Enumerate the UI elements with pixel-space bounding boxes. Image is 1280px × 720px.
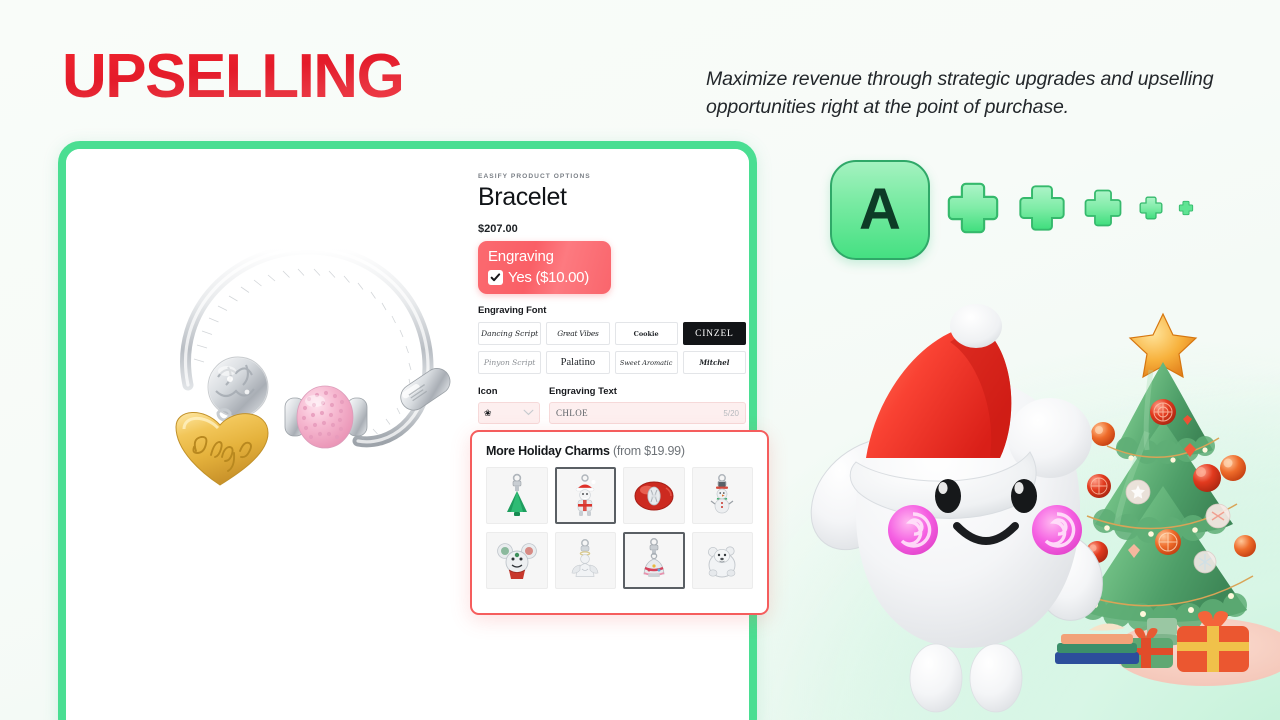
engraving-option-highlight[interactable]: Engraving Yes ($10.00) [478, 240, 611, 294]
charm-grid [486, 467, 753, 589]
plus-icon-1 [944, 179, 1002, 242]
chevron-down-icon [523, 409, 534, 418]
app-eyebrow-label: EASIFY PRODUCT OPTIONS [478, 173, 591, 180]
charm-option-green-tree-drop[interactable] [486, 467, 548, 524]
engraving-text-value: CHLOE [556, 408, 588, 418]
font-option-pinyon-script[interactable]: Pinyon Script [478, 351, 542, 374]
page-title: UPSELLING [62, 42, 405, 111]
checkbox-checked-icon[interactable] [488, 270, 503, 285]
icon-and-text-row: Icon ❀ Engraving Text CHLOE 5/20 [478, 386, 746, 424]
plus-icon-row: A [830, 160, 1194, 260]
flower-icon: ❀ [484, 407, 492, 418]
engraving-option-label: Engraving [488, 247, 554, 265]
charm-option-polar-bear[interactable] [691, 532, 753, 589]
upsell-title: More Holiday Charms (from $19.99) [486, 444, 685, 458]
charm-option-santa-claus[interactable] [554, 467, 616, 524]
icon-select[interactable]: ❀ [478, 402, 540, 424]
product-price: $207.00 [478, 222, 518, 235]
plus-icon-5 [1178, 200, 1194, 221]
engraving-yes-label: Yes ($10.00) [508, 269, 589, 286]
engraving-text-input[interactable]: CHLOE 5/20 [549, 402, 746, 424]
charm-option-gift-bell-dangle[interactable] [623, 532, 685, 589]
app-icon-letter: A [859, 177, 901, 242]
page-subtitle: Maximize revenue through strategic upgra… [706, 68, 1214, 118]
font-option-great-vibes[interactable]: Great Vibes [546, 322, 610, 345]
engraving-font-grid: Dancing Script Great Vibes Cookie CINZEL… [478, 322, 746, 374]
plus-icon-3 [1082, 187, 1124, 234]
upsell-popup: More Holiday Charms (from $19.99) [470, 430, 769, 615]
product-image [76, 189, 476, 489]
charm-option-holiday-mouse[interactable] [486, 532, 548, 589]
font-option-palatino[interactable]: Palatino [546, 351, 610, 374]
upsell-price-note: (from $19.99) [613, 444, 685, 458]
charm-option-red-bauble[interactable] [623, 467, 685, 524]
engraving-font-label: Engraving Font [478, 305, 547, 316]
mascot-illustration [800, 290, 1130, 720]
font-option-sweet-aromatic[interactable]: Sweet Aromatic [614, 351, 678, 374]
font-option-cinzel[interactable]: CINZEL [682, 322, 746, 345]
product-title: Bracelet [478, 183, 567, 211]
engraving-text-counter: 5/20 [723, 408, 739, 418]
font-option-dancing-script[interactable]: Dancing Script [478, 322, 542, 345]
plus-icon-4 [1138, 195, 1164, 226]
charm-option-angel[interactable] [554, 532, 616, 589]
plus-icon-2 [1016, 182, 1068, 239]
engraving-text-label: Engraving Text [549, 386, 617, 397]
font-option-mitchel[interactable]: Mitchel [682, 351, 746, 374]
app-icon-badge: A [830, 160, 930, 260]
icon-field-label: Icon [478, 386, 498, 397]
engraving-yes-choice[interactable]: Yes ($10.00) [488, 269, 601, 286]
font-option-cookie[interactable]: Cookie [614, 322, 678, 345]
charm-option-snowman-dangle[interactable] [691, 467, 753, 524]
